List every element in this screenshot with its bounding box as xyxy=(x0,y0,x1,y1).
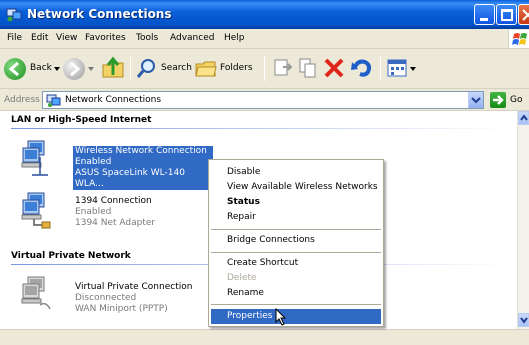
vertical-scrollbar[interactable] xyxy=(517,111,529,329)
window-title: Network Connections xyxy=(27,7,172,21)
undo-icon xyxy=(351,59,371,77)
menu-edit[interactable]: Edit xyxy=(31,33,48,43)
folders-label: Folders xyxy=(220,63,253,73)
toolbar-separator xyxy=(264,56,265,81)
close-icon xyxy=(522,9,529,21)
address-label: Address xyxy=(4,95,40,105)
toolbar-separator xyxy=(130,56,131,81)
menu-item-view-wireless-networks[interactable]: View Available Wireless Networks xyxy=(211,180,381,195)
menu-separator xyxy=(211,252,381,253)
connection-name: 1394 Connection xyxy=(75,196,152,206)
context-menu: Disable View Available Wireless Networks… xyxy=(208,159,384,327)
folders-button[interactable]: Folders xyxy=(195,55,259,83)
move-to-icon xyxy=(274,59,293,76)
minimize-button[interactable] xyxy=(474,4,495,25)
connection-name: Wireless Network Connection xyxy=(75,146,207,156)
group-heading-lan: LAN or High-Speed Internet xyxy=(11,115,152,125)
chevron-down-icon xyxy=(520,317,528,324)
menu-item-properties[interactable]: Properties xyxy=(211,309,381,324)
connection-item-vpn[interactable]: Virtual Private Connection Disconnected … xyxy=(75,282,210,315)
address-field[interactable]: Network Connections xyxy=(42,91,484,109)
toolbar: Back Search Folders xyxy=(0,49,529,89)
connection-device: 1394 Net Adapter xyxy=(75,218,156,228)
undo-button[interactable] xyxy=(350,55,374,83)
go-button[interactable] xyxy=(490,92,506,108)
forward-icon xyxy=(63,58,85,80)
connection-status: Enabled xyxy=(75,207,112,217)
network-connections-icon xyxy=(46,94,61,107)
views-dropdown-icon xyxy=(410,67,416,71)
menu-item-status[interactable]: Status xyxy=(211,195,381,210)
menu-item-delete[interactable]: Delete xyxy=(211,271,381,286)
status-bar xyxy=(0,329,529,345)
network-computer-icon[interactable] xyxy=(20,191,58,231)
delete-button[interactable] xyxy=(322,55,346,83)
menu-help[interactable]: Help xyxy=(224,33,245,43)
menu-file[interactable]: File xyxy=(7,33,22,43)
close-button[interactable] xyxy=(518,4,529,25)
scroll-down-button[interactable] xyxy=(518,313,529,327)
windows-logo-icon xyxy=(512,33,527,45)
menu-bar: File Edit View Favorites Tools Advanced … xyxy=(0,29,529,49)
network-connections-icon xyxy=(6,8,22,22)
menu-item-disable[interactable]: Disable xyxy=(211,165,381,180)
menu-item-repair[interactable]: Repair xyxy=(211,210,381,225)
menu-item-rename[interactable]: Rename xyxy=(211,286,381,301)
menu-favorites[interactable]: Favorites xyxy=(85,33,126,43)
back-dropdown-icon[interactable] xyxy=(54,67,60,71)
menu-view[interactable]: View xyxy=(56,33,77,43)
search-button[interactable]: Search xyxy=(137,55,193,83)
connection-status: Disconnected xyxy=(75,293,137,303)
connection-device: WAN Miniport (PPTP) xyxy=(75,304,168,314)
copy-to-button[interactable] xyxy=(297,55,319,83)
network-computer-icon[interactable] xyxy=(20,139,58,179)
address-value: Network Connections xyxy=(65,95,162,105)
folders-icon xyxy=(195,61,217,77)
connection-device: ASUS SpaceLink WL-140 WLA... xyxy=(75,168,185,189)
connection-item-wireless[interactable]: Wireless Network Connection Enabled ASUS… xyxy=(73,146,213,190)
move-to-button[interactable] xyxy=(272,55,294,83)
connection-status: Enabled xyxy=(75,157,112,167)
back-icon xyxy=(4,58,26,80)
up-folder-icon xyxy=(102,56,124,78)
go-icon xyxy=(493,95,504,105)
menu-advanced[interactable]: Advanced xyxy=(170,33,214,43)
address-dropdown-button[interactable] xyxy=(468,92,483,108)
toolbar-separator xyxy=(380,56,381,81)
windows-logo xyxy=(508,30,529,48)
connection-name: Virtual Private Connection xyxy=(75,282,193,292)
chevron-up-icon xyxy=(520,114,528,121)
views-button[interactable] xyxy=(386,55,418,83)
search-label: Search xyxy=(161,63,192,73)
search-icon xyxy=(137,59,155,78)
copy-to-icon xyxy=(299,58,316,78)
title-bar[interactable]: Network Connections xyxy=(0,0,529,29)
group-divider xyxy=(11,128,511,129)
group-heading-vpn: Virtual Private Network xyxy=(11,251,131,261)
address-bar: Address Network Connections Go xyxy=(0,89,529,111)
scroll-up-button[interactable] xyxy=(518,111,529,125)
forward-dropdown-icon[interactable] xyxy=(88,67,94,71)
menu-item-create-shortcut[interactable]: Create Shortcut xyxy=(211,256,381,271)
mouse-cursor-icon xyxy=(275,308,287,326)
maximize-button[interactable] xyxy=(496,4,517,25)
connection-item-1394[interactable]: 1394 Connection Enabled 1394 Net Adapter xyxy=(75,196,205,229)
delete-icon xyxy=(324,58,344,78)
menu-item-bridge-connections[interactable]: Bridge Connections xyxy=(211,233,381,248)
menu-separator xyxy=(211,304,381,305)
menu-tools[interactable]: Tools xyxy=(136,33,158,43)
menu-separator xyxy=(211,229,381,230)
back-label: Back xyxy=(30,63,52,73)
views-icon xyxy=(387,59,407,77)
go-label[interactable]: Go xyxy=(510,95,522,105)
network-computer-icon[interactable] xyxy=(20,275,58,315)
chevron-down-icon xyxy=(471,97,481,104)
up-folder-button[interactable] xyxy=(101,55,125,83)
